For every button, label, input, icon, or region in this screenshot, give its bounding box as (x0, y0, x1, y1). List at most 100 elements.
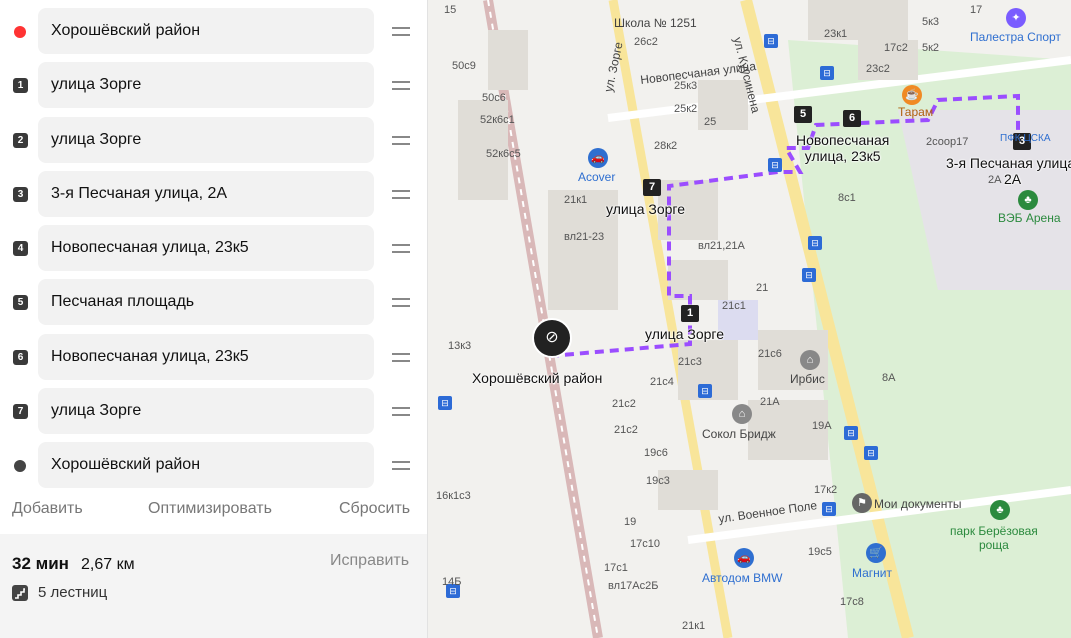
poi-acover[interactable]: Acover (578, 170, 615, 184)
start-marker (14, 26, 26, 38)
stairs-icon (12, 585, 28, 601)
poi-pfk[interactable]: ПФК ЦСКА (1000, 133, 1051, 144)
route-distance: 2,67 км (81, 556, 135, 573)
route-summary: 32 мин 2,67 км Исправить 5 лестниц (0, 534, 427, 638)
waypoint-field[interactable]: Новопесчаная улица, 23к5 (38, 334, 374, 380)
building-number: 19А (812, 420, 832, 432)
waypoint-number-marker: 2 (13, 133, 28, 148)
drag-handle-icon[interactable] (392, 295, 410, 309)
route-marker[interactable]: 7 (643, 179, 661, 196)
waypoint-label: улица Зорге (51, 131, 142, 148)
route-marker-label: Новопесчаная улица, 23к5 (796, 132, 890, 164)
poi-park[interactable]: парк Берёзовая роща (950, 524, 1038, 552)
poi-school[interactable]: Школа № 1251 (614, 16, 697, 30)
route-marker-label: улица Зорге (645, 326, 724, 342)
route-marker[interactable]: 5 (794, 106, 812, 123)
bus-stop-icon[interactable]: ⊟ (764, 34, 778, 48)
poi-cafe[interactable]: Тарам (898, 105, 933, 119)
building-number: 19 (624, 516, 637, 528)
end-marker (14, 460, 26, 472)
poi-irbis[interactable]: Ирбис (790, 372, 825, 386)
drag-handle-icon[interactable] (392, 187, 410, 201)
poi-veb-arena[interactable]: ВЭБ Арена (998, 211, 1061, 225)
poi-docs[interactable]: Мои документы (874, 497, 961, 511)
waypoint-field[interactable]: Песчаная площадь (38, 279, 374, 325)
waypoint-number-marker: 4 (13, 241, 28, 256)
tree-icon[interactable]: ♣ (1018, 190, 1038, 210)
waypoint-label: Новопесчаная улица, 23к5 (51, 239, 249, 256)
building-number: вл21-23 (564, 231, 605, 243)
waypoint-field[interactable]: Хорошёвский район (38, 442, 374, 488)
sport-icon[interactable]: ✦ (1006, 8, 1026, 28)
building-number: 17 (970, 4, 983, 16)
building-number: 52к6с5 (486, 148, 521, 160)
add-button[interactable]: Добавить (12, 500, 83, 518)
bus-stop-icon[interactable]: ⊟ (438, 396, 452, 410)
drag-handle-icon[interactable] (392, 241, 410, 255)
poi-magnit[interactable]: Магнит (852, 566, 892, 580)
route-marker[interactable]: 6 (843, 110, 861, 127)
flag-icon[interactable]: ⚑ (852, 493, 872, 513)
building-number: 25 (704, 116, 717, 128)
waypoint-label: улица Зорге (51, 402, 142, 419)
building-number: 23с2 (866, 63, 890, 75)
poi-sokol[interactable]: Сокол Бридж (702, 427, 776, 441)
poi-palestra[interactable]: Палестра Спорт (970, 30, 1061, 44)
waypoint-field[interactable]: улица Зорге (38, 62, 374, 108)
building-icon[interactable]: ⌂ (800, 350, 820, 370)
waypoint-number-marker: 5 (13, 295, 28, 310)
building-number: 17с10 (630, 538, 660, 550)
building-number: 25к2 (674, 103, 698, 115)
bus-stop-icon[interactable]: ⊟ (820, 66, 834, 80)
drag-handle-icon[interactable] (392, 133, 410, 147)
cart-icon[interactable]: 🛒 (866, 543, 886, 563)
drag-handle-icon[interactable] (392, 78, 410, 92)
building-number: 5к2 (922, 42, 940, 54)
bus-stop-icon[interactable]: ⊟ (822, 502, 836, 516)
waypoint-number-marker: 1 (13, 78, 28, 93)
map-view[interactable]: 1 улица Зорге 3 3-я Песчаная улица, 2А 5… (428, 0, 1071, 638)
building-number: 21с6 (758, 348, 782, 360)
waypoint-field[interactable]: улица Зорге (38, 388, 374, 434)
building-icon[interactable]: ⌂ (732, 404, 752, 424)
drag-handle-icon[interactable] (392, 24, 410, 38)
cafe-icon[interactable]: ☕ (902, 85, 922, 105)
building-number: 16к1с3 (436, 490, 471, 502)
car-icon[interactable]: 🚗 (588, 148, 608, 168)
building-number: 50с9 (452, 60, 476, 72)
bus-stop-icon[interactable]: ⊟ (844, 426, 858, 440)
optimize-button[interactable]: Оптимизировать (148, 500, 272, 518)
waypoint-field[interactable]: улица Зорге (38, 117, 374, 163)
bus-stop-icon[interactable]: ⊟ (802, 268, 816, 282)
reset-button[interactable]: Сбросить (339, 500, 410, 518)
waypoint-field[interactable]: Новопесчаная улица, 23к5 (38, 225, 374, 271)
drag-handle-icon[interactable] (392, 404, 410, 418)
waypoint-field[interactable]: Хорошёвский район (38, 8, 374, 54)
waypoint-label: 3-я Песчаная улица, 2А (51, 185, 228, 202)
waypoint-row: Хорошёвский район (0, 8, 420, 54)
building-number: 14Б (442, 576, 462, 588)
waypoint-row: 4 Новопесчаная улица, 23к5 (0, 225, 420, 271)
route-marker[interactable]: 1 (681, 305, 699, 322)
route-panel: Хорошёвский район 1 улица Зорге 2 улица … (0, 0, 428, 638)
fix-button[interactable]: Исправить (330, 552, 409, 570)
poi-bmw[interactable]: Автодом BMW (702, 571, 782, 585)
car-icon[interactable]: 🚗 (734, 548, 754, 568)
waypoint-field[interactable]: 3-я Песчаная улица, 2А (38, 171, 374, 217)
bus-stop-icon[interactable]: ⊟ (768, 158, 782, 172)
drag-handle-icon[interactable] (392, 458, 410, 472)
route-actions: Добавить Оптимизировать Сбросить (0, 500, 420, 522)
drag-handle-icon[interactable] (392, 350, 410, 364)
building-number: 15 (444, 4, 457, 16)
bus-stop-icon[interactable]: ⊟ (864, 446, 878, 460)
bus-stop-icon[interactable]: ⊟ (808, 236, 822, 250)
building-number: 26с2 (634, 36, 658, 48)
tree-icon[interactable]: ♣ (990, 500, 1010, 520)
start-pin-icon[interactable]: ⊘ (532, 318, 572, 358)
building-number: вл21,21А (698, 240, 745, 252)
bus-stop-icon[interactable]: ⊟ (698, 384, 712, 398)
route-marker-label: улица Зорге (606, 201, 685, 217)
waypoint-label: Новопесчаная улица, 23к5 (51, 348, 249, 365)
building-number: 8с1 (838, 192, 856, 204)
waypoint-label: Хорошёвский район (51, 22, 201, 39)
